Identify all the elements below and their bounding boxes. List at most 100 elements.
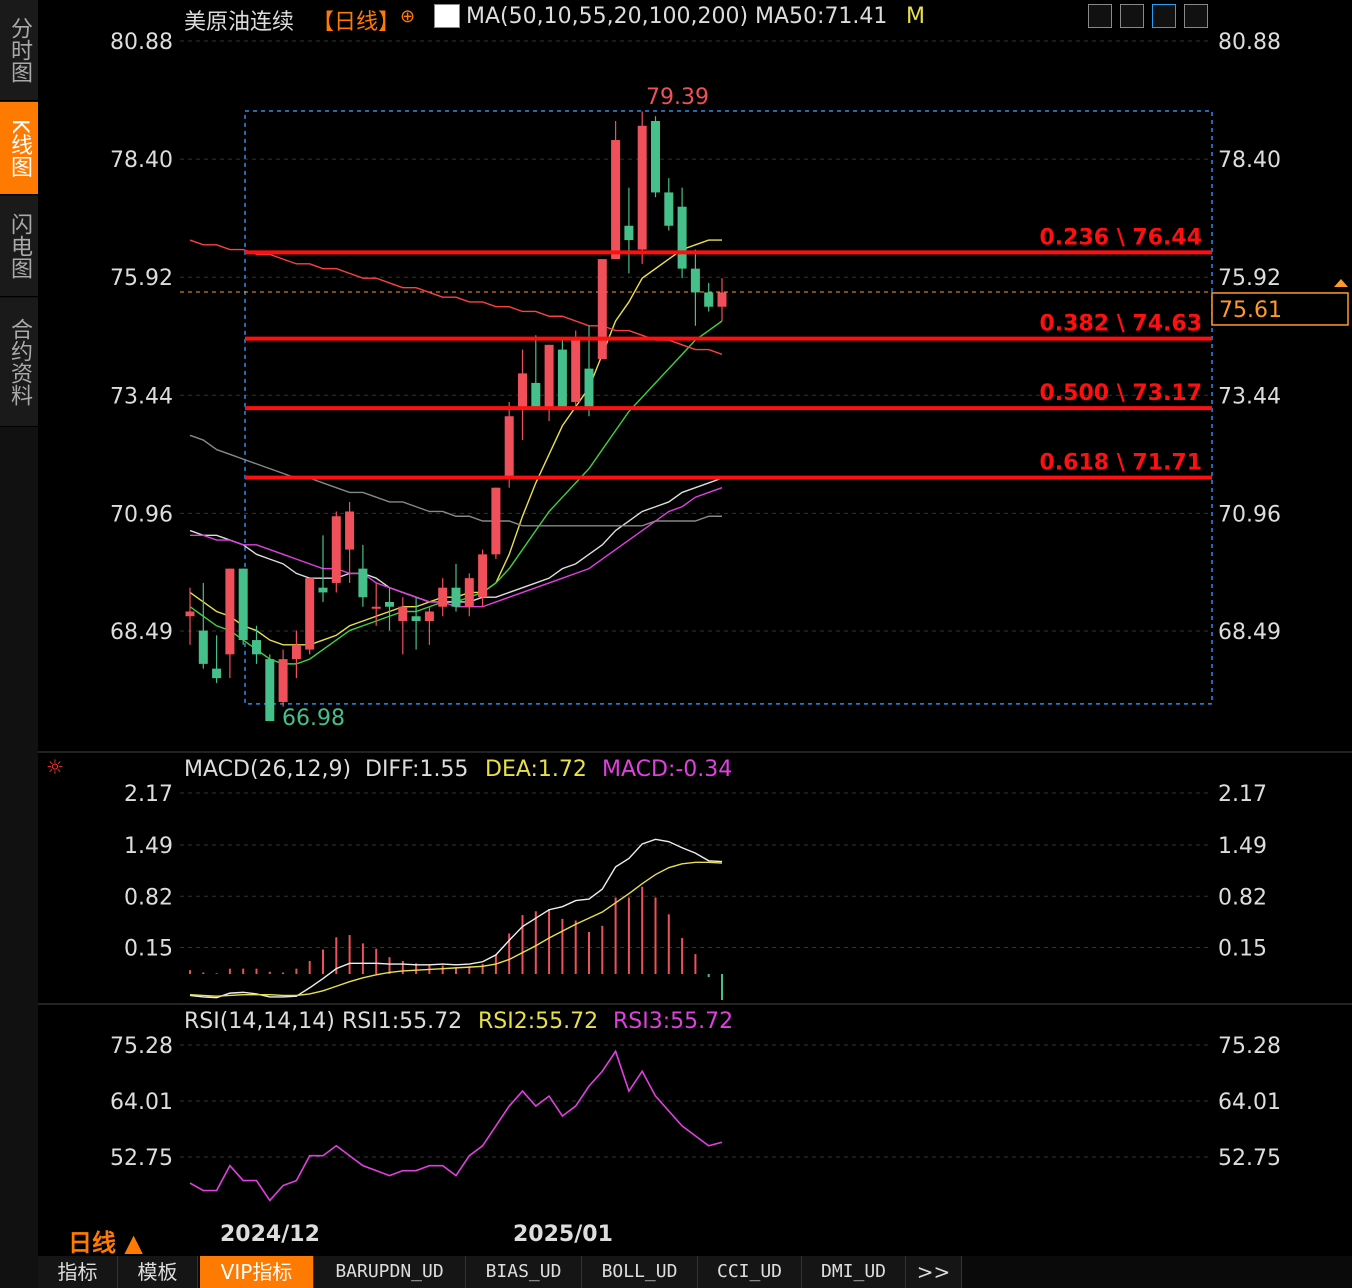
tab-boll[interactable]: BOLL_UD bbox=[582, 1256, 698, 1288]
indicator-settings-icon[interactable]: ☼ bbox=[46, 755, 64, 779]
candle-body bbox=[318, 587, 328, 593]
candle-body bbox=[424, 611, 434, 622]
candle-body bbox=[238, 568, 248, 641]
macd-tick-left: 0.15 bbox=[124, 937, 173, 962]
price-tick-right: 78.40 bbox=[1218, 148, 1281, 173]
export-icon[interactable] bbox=[1184, 4, 1208, 28]
macd-tick-right: 1.49 bbox=[1218, 834, 1267, 859]
tab-more[interactable]: >> bbox=[906, 1256, 962, 1288]
rsi-tick-right: 75.28 bbox=[1218, 1034, 1281, 1059]
price-tick-left: 68.49 bbox=[110, 620, 173, 645]
macd-diff: DIFF:1.55 bbox=[365, 757, 469, 782]
rsi3-value: RSI3:55.72 bbox=[613, 1009, 734, 1034]
high-price-label: 79.39 bbox=[646, 85, 709, 110]
candle-body bbox=[225, 568, 235, 655]
macd-tick-right: 2.17 bbox=[1218, 782, 1267, 807]
fib-level-label: 0.618 \ 71.71 bbox=[1039, 451, 1202, 476]
add-indicator-icon[interactable]: ⊕ bbox=[400, 6, 415, 27]
tab-vip-indicators[interactable]: VIP指标 bbox=[200, 1256, 314, 1288]
price-tick-right: 70.96 bbox=[1218, 502, 1281, 527]
candle-body bbox=[398, 606, 408, 622]
candle-body bbox=[385, 601, 394, 607]
candle-body bbox=[717, 292, 727, 307]
candle-body bbox=[185, 611, 195, 617]
play-icon[interactable] bbox=[1152, 4, 1176, 28]
candle-body bbox=[345, 511, 355, 550]
period-selector[interactable]: 日线 ▲ bbox=[68, 1223, 143, 1258]
price-tick-left: 70.96 bbox=[110, 502, 173, 527]
indicator-tab-bar: 指标 模板 VIP指标 BARUPDN_UD BIAS_UD BOLL_UD C… bbox=[38, 1256, 1352, 1288]
tab-indicators[interactable]: 指标 bbox=[38, 1256, 118, 1288]
candle-body bbox=[278, 659, 288, 702]
period-tag[interactable]: 【日线】 bbox=[312, 4, 400, 36]
fib-level-label: 0.236 \ 76.44 bbox=[1039, 225, 1202, 250]
rsi-title: RSI(14,14,14) bbox=[184, 1009, 335, 1034]
candle-body bbox=[557, 349, 567, 407]
candle-body bbox=[478, 554, 488, 598]
rsi2-value: RSI2:55.72 bbox=[478, 1009, 599, 1034]
candle-body bbox=[597, 259, 607, 360]
rsi-line bbox=[189, 1049, 723, 1202]
macd-tick-right: 0.82 bbox=[1218, 885, 1267, 910]
axis-labels: 80.88 80.88 78.40 78.40 75.92 75.92 73.44 73.44… bbox=[110, 30, 1349, 1247]
macd-dea: DEA:1.72 bbox=[485, 757, 587, 782]
candle-body bbox=[252, 640, 261, 655]
candle-body bbox=[464, 578, 474, 607]
price-arrow-icon bbox=[1334, 278, 1348, 287]
candle-body bbox=[491, 487, 501, 555]
macd-tick-left: 1.49 bbox=[124, 834, 173, 859]
candle-body bbox=[265, 659, 275, 722]
price-tick-left: 78.40 bbox=[110, 148, 173, 173]
candle-body bbox=[305, 578, 315, 650]
price-tick-right: 73.44 bbox=[1218, 384, 1281, 409]
macd-value: MACD:-0.34 bbox=[602, 757, 733, 782]
tab-cci[interactable]: CCI_UD bbox=[698, 1256, 802, 1288]
current-price-label: 75.61 bbox=[1219, 298, 1282, 323]
tab-barupdn[interactable]: BARUPDN_UD bbox=[314, 1256, 466, 1288]
candle-body bbox=[611, 140, 621, 260]
fibonacci-levels: 0.236 \ 76.44 0.382 \ 74.63 0.500 \ 73.17 0… bbox=[245, 225, 1212, 480]
ma50-value: MA50:71.41 bbox=[755, 4, 888, 29]
macd-tick-left: 2.17 bbox=[124, 782, 173, 807]
candle-body bbox=[371, 606, 381, 609]
macd-panel bbox=[189, 838, 723, 1001]
candle-body bbox=[704, 292, 714, 307]
candle-body bbox=[451, 587, 461, 607]
rsi-tick-right: 64.01 bbox=[1218, 1090, 1281, 1115]
price-tick-right: 80.88 bbox=[1218, 30, 1281, 55]
candle-body bbox=[291, 644, 301, 660]
chart-canvas[interactable]: 0.236 \ 76.44 0.382 \ 74.63 0.500 \ 73.17 0… bbox=[0, 0, 1352, 1256]
fib-level-label: 0.500 \ 73.17 bbox=[1039, 381, 1202, 406]
rsi-tick-left: 75.28 bbox=[110, 1034, 173, 1059]
candle-body bbox=[212, 668, 222, 679]
ma-params: MA(50,10,55,20,100,200) bbox=[466, 4, 749, 29]
ma-more-marker[interactable]: M bbox=[906, 4, 925, 29]
fib-level-label: 0.382 \ 74.63 bbox=[1039, 312, 1202, 337]
price-tick-right: 75.92 bbox=[1218, 266, 1281, 291]
macd-tick-left: 0.82 bbox=[124, 885, 173, 910]
crosshair-icon[interactable] bbox=[1088, 4, 1112, 28]
candle-body bbox=[584, 368, 594, 407]
candle-body bbox=[518, 373, 527, 407]
x-axis-label: 2024/12 bbox=[220, 1222, 320, 1247]
tab-bias[interactable]: BIAS_UD bbox=[466, 1256, 582, 1288]
rsi1-value: RSI1:55.72 bbox=[342, 1009, 463, 1034]
tab-templates[interactable]: 模板 bbox=[118, 1256, 198, 1288]
candle-body bbox=[438, 587, 448, 607]
rsi-tick-left: 52.75 bbox=[110, 1146, 173, 1171]
price-tick-right: 68.49 bbox=[1218, 620, 1281, 645]
candle-body bbox=[411, 616, 421, 622]
candle-body bbox=[198, 630, 208, 664]
candle-body bbox=[624, 225, 634, 241]
tab-dmi[interactable]: DMI_UD bbox=[802, 1256, 906, 1288]
draw-tool-icon[interactable] bbox=[1120, 4, 1144, 28]
price-tick-left: 80.88 bbox=[110, 30, 173, 55]
rsi-tick-right: 52.75 bbox=[1218, 1146, 1281, 1171]
grid-lines bbox=[38, 40, 1352, 1158]
chart-settings-icon[interactable] bbox=[434, 4, 460, 28]
macd-tick-right: 0.15 bbox=[1218, 937, 1267, 962]
candle-body bbox=[331, 516, 341, 583]
instrument-name: 美原油连续 bbox=[184, 10, 295, 35]
ma-line-ma55 bbox=[189, 320, 723, 665]
candlesticks bbox=[185, 111, 727, 722]
